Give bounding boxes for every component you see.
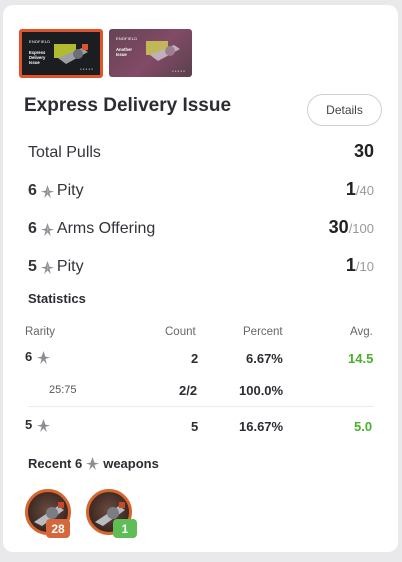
six-star-arms-row: 6 Arms Offering 30/100 (28, 217, 374, 238)
thumbnail-weapon-art (146, 41, 180, 61)
thumbnail-weapon-art (54, 44, 88, 64)
arms-offering-value: 30 (328, 217, 349, 237)
divider (28, 406, 374, 407)
thumbnail-dots: ●●●●● (171, 69, 186, 73)
five-star-pity-max: /10 (355, 259, 374, 274)
five-star-pity-row: 5 Pity 1/10 (28, 255, 374, 276)
stat-row-count: 2 (191, 351, 199, 366)
stat-row-avg: 14.5 (348, 351, 374, 366)
thumbnail-title: Another Issue (116, 47, 133, 57)
banner-thumbnails: ENDFIELD Express Delivery Issue ●●●●● EN… (19, 29, 192, 78)
arms-offering-label: Arms Offering (56, 220, 156, 237)
rarity-star-icon (40, 184, 54, 198)
pity-label: Pity (56, 182, 84, 199)
stat-row-rarity: 6 (25, 349, 51, 365)
column-rarity: Rarity (25, 326, 56, 338)
banner-thumbnail-selected[interactable]: ENDFIELD Express Delivery Issue ●●●●● (19, 29, 103, 78)
stat-row-rarity: 5 (25, 417, 51, 433)
stat-subrow-count: 2/2 (179, 383, 198, 398)
total-pulls-label: Total Pulls (28, 144, 101, 161)
thumbnail-title: Express Delivery Issue (29, 50, 46, 65)
column-percent: Percent (243, 326, 283, 338)
rarity-star-icon (40, 260, 54, 274)
rarity-star-icon (36, 351, 50, 365)
details-button[interactable]: Details (307, 94, 382, 126)
rarity-star-icon (36, 419, 50, 433)
total-pulls-row: Total Pulls 30 (28, 141, 374, 162)
weapon-pull-count-badge: 1 (113, 519, 137, 538)
five-star-pity-value: 1 (345, 255, 356, 275)
column-count: Count (165, 326, 196, 338)
banner-thumbnail[interactable]: ENDFIELD Another Issue ●●●●● (109, 29, 192, 77)
stat-row-percent: 16.67% (239, 419, 284, 434)
weapon-pull-count-badge: 28 (46, 519, 70, 538)
rarity-rank: 6 (28, 182, 37, 199)
rarity-rank: 5 (28, 258, 37, 275)
thumbnail-logo: ENDFIELD (29, 39, 51, 44)
six-star-pity-max: /40 (355, 183, 374, 198)
six-star-pity-row: 6 Pity 1/40 (28, 179, 374, 200)
statistics-heading: Statistics (28, 291, 86, 306)
rarity-rank: 6 (28, 220, 37, 237)
recent-heading-suffix: weapons (103, 456, 159, 471)
six-star-pity-value: 1 (345, 179, 356, 199)
rarity-star-icon (86, 456, 100, 471)
stat-subrow-ratio: 25:75 (49, 384, 77, 396)
rarity-star-icon (40, 222, 54, 236)
recent-heading-prefix: Recent 6 (28, 456, 83, 471)
stat-row-count: 5 (191, 419, 199, 434)
recent-weapons-heading: Recent 6 weapons (28, 456, 159, 471)
stat-row-avg: 5.0 (354, 419, 373, 434)
thumbnail-dots: ●●●●● (79, 67, 94, 71)
banner-card: ENDFIELD Express Delivery Issue ●●●●● EN… (3, 5, 398, 552)
thumbnail-logo: ENDFIELD (116, 36, 138, 41)
banner-title: Express Delivery Issue (24, 95, 232, 116)
pity-label: Pity (56, 258, 84, 275)
column-avg: Avg. (350, 326, 373, 338)
arms-offering-max: /100 (348, 221, 374, 236)
total-pulls-value: 30 (353, 141, 374, 161)
stat-subrow-percent: 100.0% (239, 383, 284, 398)
rarity-rank: 6 (25, 349, 33, 364)
rarity-rank: 5 (25, 417, 33, 432)
stat-row-percent: 6.67% (246, 351, 283, 366)
